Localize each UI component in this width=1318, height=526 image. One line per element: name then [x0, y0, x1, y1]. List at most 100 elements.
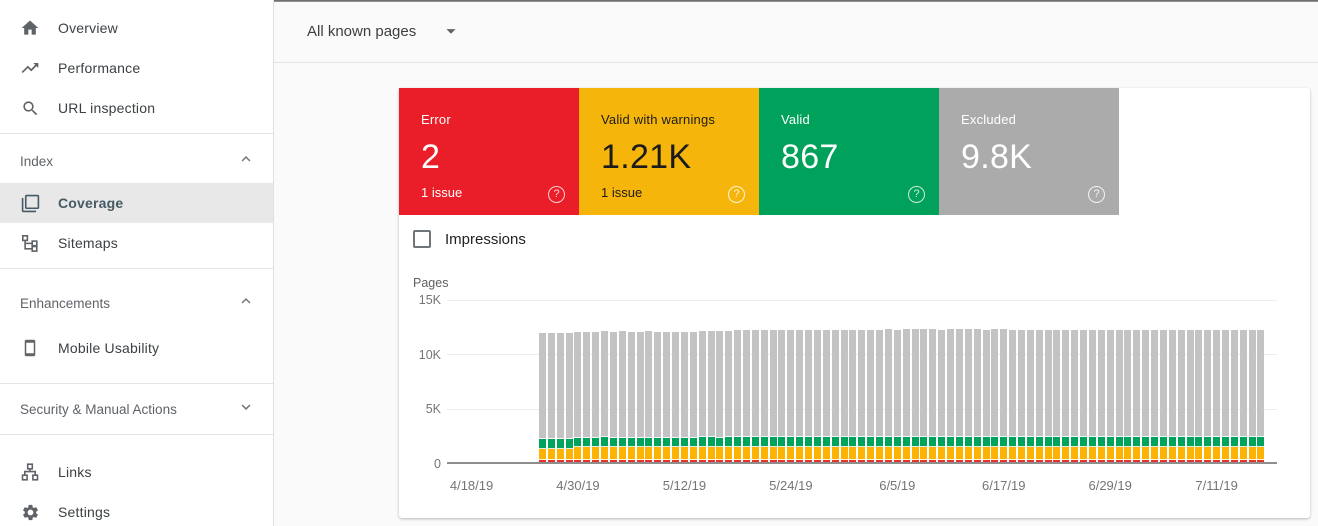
- chart-bar[interactable]: [1009, 330, 1017, 462]
- chart-bar[interactable]: [1106, 330, 1114, 462]
- chart-bar[interactable]: [813, 330, 821, 462]
- sidebar-item-settings[interactable]: Settings: [0, 492, 273, 526]
- impressions-toggle[interactable]: Impressions: [413, 230, 526, 248]
- chart-bar[interactable]: [876, 329, 884, 462]
- chart-bar[interactable]: [1159, 330, 1167, 462]
- chart-bar[interactable]: [955, 329, 963, 462]
- chart-bar[interactable]: [884, 329, 892, 462]
- summary-card-valid[interactable]: Valid 867 ?: [759, 88, 939, 215]
- chart-bar[interactable]: [1124, 330, 1132, 462]
- chart-bar[interactable]: [698, 331, 706, 462]
- summary-card-excluded[interactable]: Excluded 9.8K ?: [939, 88, 1119, 215]
- chart-bar[interactable]: [929, 329, 937, 462]
- chart-bar[interactable]: [689, 331, 697, 462]
- chart-bar[interactable]: [636, 331, 644, 462]
- chart-bar[interactable]: [609, 331, 617, 462]
- help-icon[interactable]: ?: [728, 186, 745, 203]
- chart-bar[interactable]: [627, 331, 635, 462]
- chart-bar[interactable]: [947, 329, 955, 462]
- chart-bar[interactable]: [1204, 330, 1212, 462]
- impressions-checkbox[interactable]: [413, 230, 431, 248]
- sidebar-item-coverage[interactable]: Coverage: [0, 183, 273, 223]
- summary-card-error[interactable]: Error 2 1 issue ?: [399, 88, 579, 215]
- sidebar-item-overview[interactable]: Overview: [0, 8, 273, 48]
- chart-bar[interactable]: [1177, 330, 1185, 462]
- chart-bar[interactable]: [760, 330, 768, 462]
- chart-bar[interactable]: [716, 331, 724, 462]
- chart-bar[interactable]: [902, 329, 910, 462]
- sidebar-item-links[interactable]: Links: [0, 452, 273, 492]
- chart-bar[interactable]: [893, 329, 901, 462]
- chart-bar[interactable]: [787, 330, 795, 462]
- chart-bar[interactable]: [920, 329, 928, 462]
- chart-bar[interactable]: [1257, 330, 1265, 462]
- chart-bar[interactable]: [911, 329, 919, 462]
- chart-bar[interactable]: [1017, 330, 1025, 462]
- chart-bar[interactable]: [1115, 330, 1123, 462]
- chart-bar[interactable]: [1248, 330, 1256, 462]
- chart-bar[interactable]: [556, 333, 564, 462]
- chart-bar[interactable]: [1053, 330, 1061, 462]
- chart-bar[interactable]: [539, 333, 546, 462]
- chart-bar[interactable]: [601, 331, 609, 462]
- chart-bar[interactable]: [938, 329, 946, 462]
- chart-bar[interactable]: [618, 331, 626, 462]
- chart-bar[interactable]: [645, 331, 653, 462]
- chart-bar[interactable]: [982, 329, 990, 462]
- chart-bar[interactable]: [1168, 330, 1176, 462]
- chart-bar[interactable]: [663, 331, 671, 462]
- chart-bar[interactable]: [1230, 330, 1238, 462]
- chart-bar[interactable]: [769, 330, 777, 462]
- chart-bar[interactable]: [849, 330, 857, 462]
- chart-bar[interactable]: [1213, 330, 1221, 462]
- chart-bar[interactable]: [751, 330, 759, 462]
- chart-bar[interactable]: [725, 331, 733, 462]
- chart-bar[interactable]: [743, 330, 750, 462]
- summary-card-valid-with-warnings[interactable]: Valid with warnings 1.21K 1 issue ?: [579, 88, 759, 215]
- page-filter-dropdown[interactable]: All known pages: [307, 20, 462, 42]
- chart-bar[interactable]: [680, 331, 688, 462]
- chart-bar[interactable]: [778, 330, 786, 462]
- chart-bar[interactable]: [964, 329, 972, 462]
- help-icon[interactable]: ?: [908, 186, 925, 203]
- chart-bar[interactable]: [574, 331, 582, 462]
- chart-bar[interactable]: [672, 331, 680, 462]
- sidebar-item-sitemaps[interactable]: Sitemaps: [0, 223, 273, 263]
- chart-bar[interactable]: [565, 333, 573, 462]
- chart-bar[interactable]: [822, 330, 830, 462]
- plot-area[interactable]: [447, 299, 1277, 464]
- chart-bar[interactable]: [1239, 330, 1247, 462]
- chart-bar[interactable]: [654, 331, 662, 462]
- chart-bar[interactable]: [1000, 329, 1008, 462]
- chart-bar[interactable]: [1186, 330, 1194, 462]
- chart-bar[interactable]: [1026, 330, 1034, 462]
- chart-bar[interactable]: [867, 330, 875, 462]
- chart-bar[interactable]: [1142, 330, 1150, 462]
- chart-bar[interactable]: [707, 331, 715, 462]
- chart-bar[interactable]: [734, 330, 742, 462]
- sidebar-item-mobile-usability[interactable]: Mobile Usability: [0, 328, 273, 368]
- sidebar-item-url-inspection[interactable]: URL inspection: [0, 88, 273, 128]
- chart-bar[interactable]: [840, 330, 848, 462]
- chart-bar[interactable]: [858, 330, 866, 462]
- sidebar-section-index[interactable]: Index: [0, 139, 273, 183]
- sidebar-section-security[interactable]: Security & Manual Actions: [0, 389, 273, 429]
- sidebar-item-performance[interactable]: Performance: [0, 48, 273, 88]
- chart-bar[interactable]: [1221, 330, 1229, 462]
- chart-bar[interactable]: [1071, 330, 1079, 462]
- chart-bar[interactable]: [805, 330, 813, 462]
- sidebar-section-enhancements[interactable]: Enhancements: [0, 274, 273, 318]
- chart-bar[interactable]: [1151, 330, 1159, 462]
- chart-bar[interactable]: [831, 330, 839, 462]
- chart-bar[interactable]: [1195, 330, 1203, 462]
- chart-bar[interactable]: [1133, 330, 1141, 462]
- chart-bar[interactable]: [583, 331, 591, 462]
- chart-bar[interactable]: [547, 333, 555, 462]
- chart-bar[interactable]: [796, 330, 804, 462]
- chart-bar[interactable]: [991, 329, 999, 462]
- chart-bar[interactable]: [1062, 330, 1070, 462]
- chart-bar[interactable]: [592, 331, 600, 462]
- chart-bar[interactable]: [1044, 330, 1052, 462]
- help-icon[interactable]: ?: [548, 186, 565, 203]
- chart-bar[interactable]: [1080, 330, 1088, 462]
